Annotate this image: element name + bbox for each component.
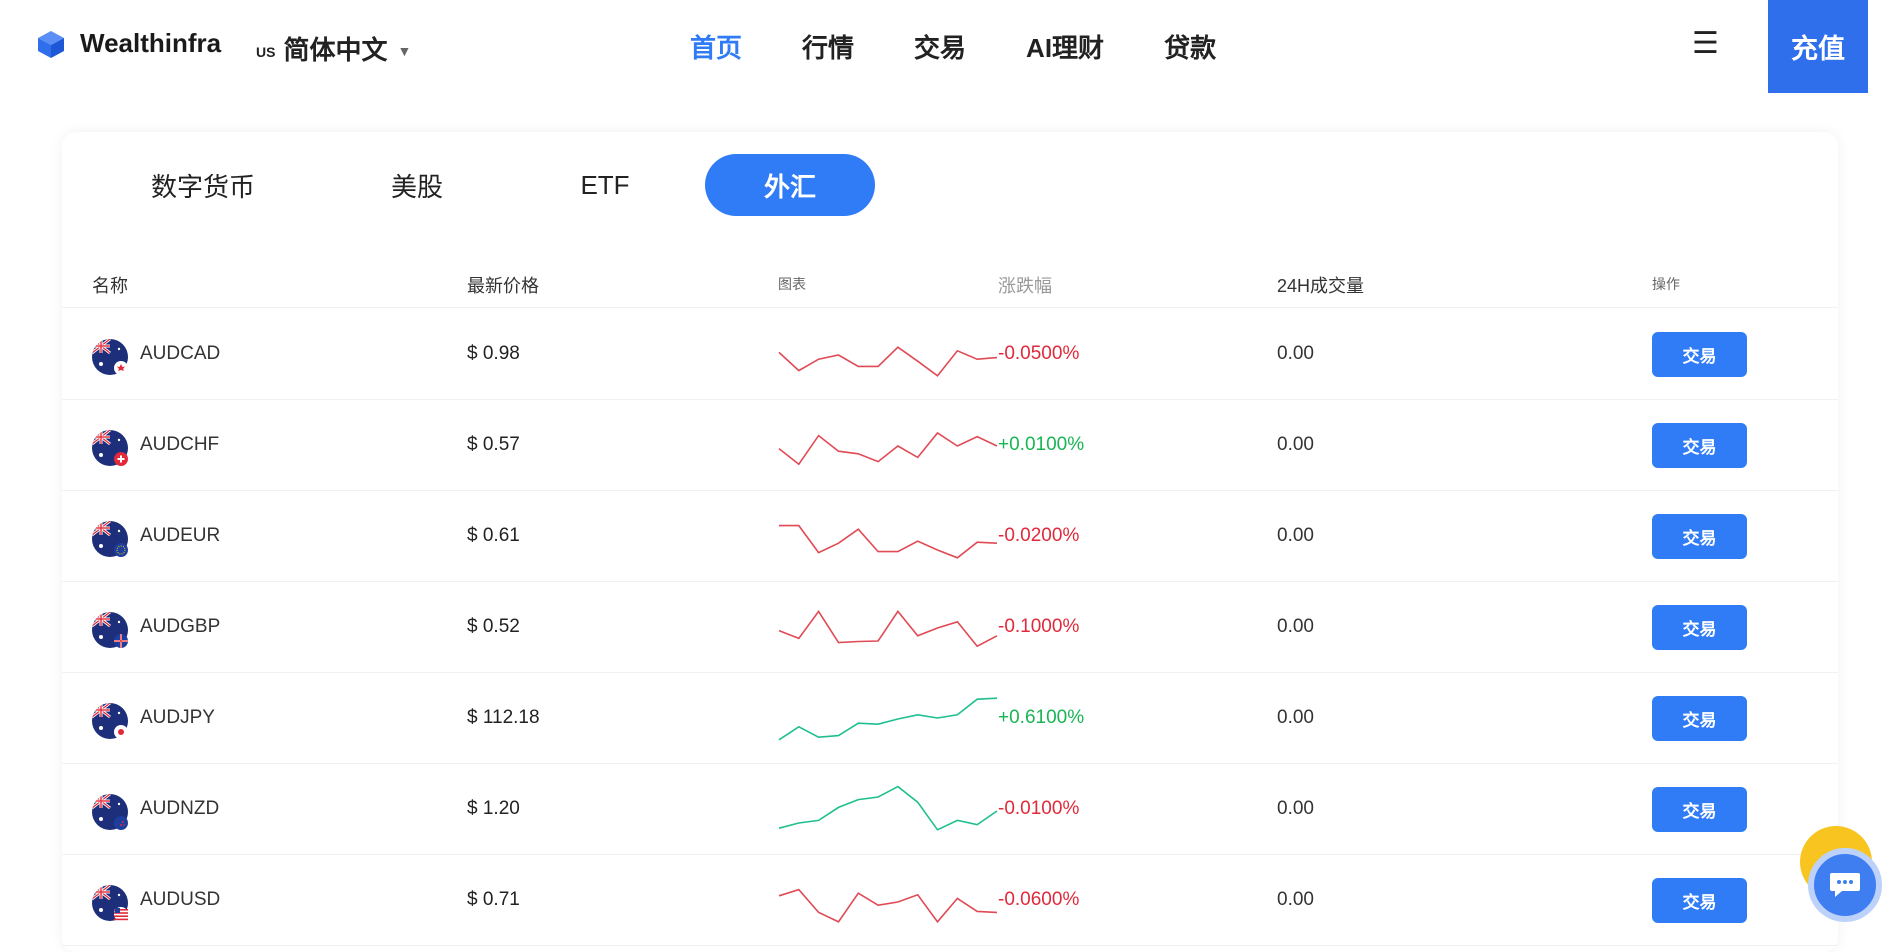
tab-us-stocks[interactable]: 美股 — [332, 154, 502, 216]
table-row[interactable]: AUDCHF $ 0.57 +0.0100% 0.00 交易 — [62, 400, 1838, 491]
col-action: 操作 — [1652, 276, 1680, 292]
market-card: 数字货币 美股 ETF 外汇 名称 最新价格 图表 涨跌幅 24H成交量 操作 … — [62, 132, 1838, 952]
volume-24h: 0.00 — [1277, 434, 1314, 455]
brand-name: Wealthinfra — [80, 28, 222, 58]
tab-etf[interactable]: ETF — [520, 154, 690, 216]
latest-price: $ 0.61 — [467, 525, 520, 546]
trade-button[interactable]: 交易 — [1652, 605, 1747, 650]
trade-button[interactable]: 交易 — [1652, 514, 1747, 559]
change-percent: +0.6100% — [998, 707, 1085, 728]
change-percent: -0.0100% — [998, 798, 1080, 819]
volume-24h: 0.00 — [1277, 889, 1314, 910]
pair-symbol: AUDCHF — [140, 434, 220, 455]
table-row[interactable]: AUDEUR $ 0.61 -0.0200% 0.00 交易 — [62, 491, 1838, 582]
currency-flag-icon — [92, 430, 128, 466]
sparkline-line — [778, 346, 998, 377]
pair-symbol: AUDEUR — [140, 525, 221, 546]
chat-bubble-icon — [1830, 873, 1860, 897]
nav-item-ai-finance[interactable]: AI理财 — [1026, 28, 1104, 65]
sparkline-line — [779, 524, 998, 559]
trade-button[interactable]: 交易 — [1652, 787, 1747, 832]
latest-price: $ 0.52 — [467, 616, 520, 637]
sparkline-chart — [778, 785, 998, 831]
sparkline-chart — [778, 697, 998, 741]
currency-flag-icon — [92, 521, 128, 557]
latest-price: $ 1.20 — [467, 798, 520, 819]
nav-item-home[interactable]: 首页 — [690, 28, 742, 65]
sparkline-chart — [778, 609, 998, 648]
table-row[interactable]: AUDJPY $ 112.18 +0.6100% 0.00 交易 — [62, 673, 1838, 764]
language-code: US — [256, 43, 276, 60]
pair-symbol: AUDCAD — [140, 343, 221, 364]
volume-24h: 0.00 — [1277, 525, 1314, 546]
col-chart: 图表 — [778, 276, 806, 292]
volume-24h: 0.00 — [1277, 616, 1314, 637]
cube-logo-icon — [38, 30, 64, 58]
pair-symbol: AUDNZD — [140, 798, 220, 819]
main-nav: 首页 行情 交易 AI理财 贷款 — [690, 28, 1276, 65]
change-percent: -0.1000% — [998, 616, 1080, 637]
nav-item-market[interactable]: 行情 — [802, 28, 854, 65]
tab-forex[interactable]: 外汇 — [705, 154, 875, 216]
pair-symbol: AUDJPY — [140, 707, 215, 728]
sparkline-line — [778, 609, 998, 648]
sparkline-chart — [778, 888, 998, 924]
volume-24h: 0.00 — [1277, 343, 1314, 364]
pair-symbol: AUDGBP — [140, 616, 221, 637]
table-row[interactable]: AUDCAD $ 0.98 -0.0500% 0.00 交易 — [62, 309, 1838, 400]
sparkline-line — [778, 888, 998, 924]
currency-flag-icon — [92, 612, 128, 648]
col-name: 名称 — [92, 276, 128, 296]
latest-price: $ 0.98 — [467, 343, 520, 364]
currency-flag-icon — [92, 703, 128, 739]
nav-item-trade[interactable]: 交易 — [914, 28, 966, 65]
volume-24h: 0.00 — [1277, 707, 1314, 728]
latest-price: $ 0.57 — [467, 434, 520, 455]
sparkline-chart — [778, 431, 998, 466]
currency-flag-icon — [92, 885, 128, 921]
pair-symbol: AUDUSD — [140, 889, 221, 910]
change-percent: -0.0200% — [998, 525, 1080, 546]
col-change: 涨跌幅 — [998, 276, 1052, 296]
chat-button[interactable] — [1808, 848, 1882, 922]
nav-item-loan[interactable]: 贷款 — [1164, 28, 1216, 65]
language-name: 简体中文 — [283, 35, 388, 65]
recharge-button[interactable]: 充值 — [1768, 0, 1868, 93]
sparkline-line — [778, 431, 998, 466]
trade-button[interactable]: 交易 — [1652, 696, 1747, 741]
hamburger-menu-icon[interactable]: ☰ — [1692, 26, 1719, 61]
latest-price: $ 112.18 — [467, 707, 540, 728]
table-row[interactable]: AUDNZD $ 1.20 -0.0100% 0.00 交易 — [62, 764, 1838, 855]
trade-button[interactable]: 交易 — [1652, 332, 1747, 377]
table-row[interactable]: AUDUSD $ 0.71 -0.0600% 0.00 交易 — [62, 855, 1838, 946]
market-tabs: 数字货币 美股 ETF 外汇 — [62, 154, 1838, 216]
change-percent: +0.0100% — [998, 434, 1085, 455]
col-volume: 24H成交量 — [1277, 276, 1365, 296]
sparkline-chart — [778, 346, 998, 377]
top-header: Wealthinfra US 简体中文 ▼ 首页 行情 交易 AI理财 贷款 ☰… — [0, 0, 1889, 93]
sparkline-line — [778, 697, 998, 741]
sparkline-chart — [779, 524, 998, 559]
tab-crypto[interactable]: 数字货币 — [118, 154, 288, 216]
trade-button[interactable]: 交易 — [1652, 878, 1747, 923]
change-percent: -0.0600% — [998, 889, 1080, 910]
language-selector[interactable]: US 简体中文 ▼ — [256, 30, 411, 67]
currency-flag-icon — [92, 794, 128, 830]
trade-button[interactable]: 交易 — [1652, 423, 1747, 468]
table-header: 名称 最新价格 图表 涨跌幅 24H成交量 操作 — [62, 260, 1838, 308]
currency-flag-icon — [92, 339, 128, 375]
table-row[interactable]: AUDGBP $ 0.52 -0.1000% 0.00 交易 — [62, 582, 1838, 673]
volume-24h: 0.00 — [1277, 798, 1314, 819]
sparkline-line — [778, 785, 998, 831]
caret-down-icon: ▼ — [397, 42, 412, 59]
change-percent: -0.0500% — [998, 343, 1080, 364]
latest-price: $ 0.71 — [467, 889, 520, 910]
col-price: 最新价格 — [467, 276, 539, 296]
brand-logo[interactable]: Wealthinfra — [36, 28, 221, 59]
